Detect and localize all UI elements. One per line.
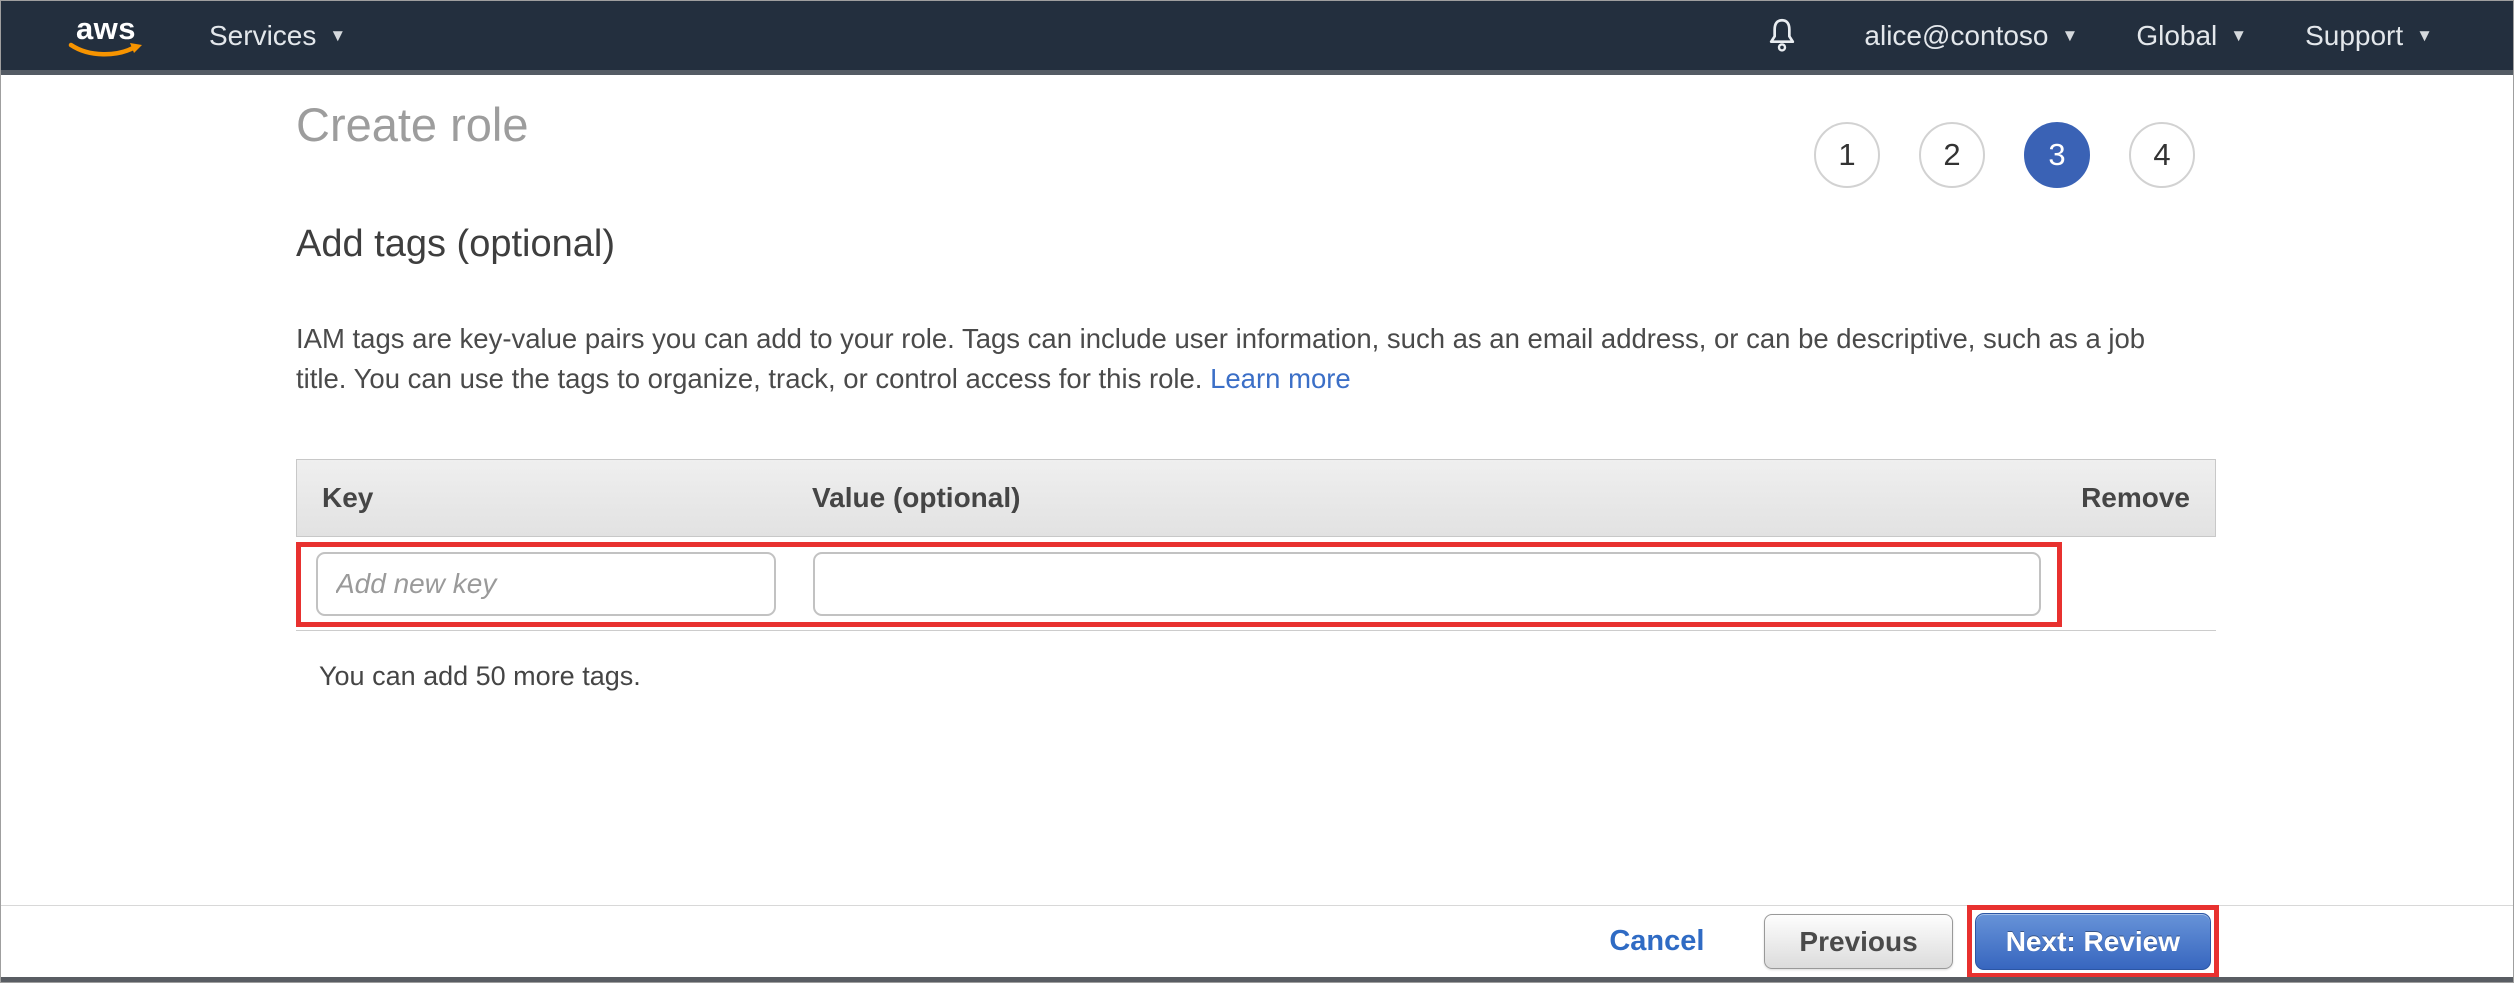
services-label: Services	[209, 20, 316, 52]
bell-icon	[1764, 15, 1800, 57]
column-header-key: Key	[322, 482, 812, 514]
tags-table: Key Value (optional) Remove	[296, 459, 2216, 631]
nav-support-menu[interactable]: Support ▼	[2305, 20, 2433, 52]
step-3-active: 3	[2024, 122, 2090, 188]
tags-remaining-text: You can add 50 more tags.	[296, 661, 2513, 692]
nav-region-menu[interactable]: Global ▼	[2136, 20, 2247, 52]
red-highlight-box-next: Next: Review	[1967, 905, 2219, 978]
cancel-link[interactable]: Cancel	[1609, 925, 1704, 958]
support-label: Support	[2305, 20, 2403, 52]
tag-key-input[interactable]	[316, 552, 776, 616]
chevron-down-icon: ▼	[2230, 26, 2247, 46]
chevron-down-icon: ▼	[2416, 26, 2433, 46]
nav-account-menu[interactable]: alice@contoso ▼	[1864, 20, 2078, 52]
learn-more-link[interactable]: Learn more	[1210, 363, 1351, 394]
description-text: IAM tags are key-value pairs you can add…	[296, 319, 2181, 399]
nav-services-menu[interactable]: Services ▼	[209, 20, 346, 52]
aws-smile-icon	[67, 42, 145, 59]
tag-row	[296, 537, 2216, 631]
region-label: Global	[2136, 20, 2217, 52]
tag-value-input[interactable]	[813, 552, 2041, 616]
column-header-remove: Remove	[2081, 482, 2190, 514]
navbar-right: alice@contoso ▼ Global ▼ Support ▼	[1764, 15, 2433, 57]
account-label: alice@contoso	[1864, 20, 2048, 52]
chevron-down-icon: ▼	[329, 26, 346, 46]
window-bottom-edge	[1, 977, 2513, 982]
chevron-down-icon: ▼	[2062, 26, 2079, 46]
section-heading: Add tags (optional)	[296, 223, 2513, 266]
footer-bar: Cancel Previous Next: Review	[1, 905, 2513, 977]
step-1: 1	[1814, 122, 1880, 188]
main-content: Create role 1 2 3 4 Add tags (optional) …	[1, 75, 2513, 902]
aws-logo[interactable]: aws	[67, 13, 145, 59]
step-4: 4	[2129, 122, 2195, 188]
top-navbar: aws Services ▼ alice@contoso ▼ Global ▼ …	[1, 1, 2513, 75]
step-indicator: 1 2 3 4	[1814, 122, 2195, 188]
notifications-button[interactable]	[1764, 15, 1800, 57]
tags-table-header: Key Value (optional) Remove	[296, 459, 2216, 537]
aws-logo-text: aws	[76, 13, 136, 44]
next-review-button[interactable]: Next: Review	[1975, 913, 2211, 970]
previous-button[interactable]: Previous	[1764, 914, 1952, 969]
column-header-value: Value (optional)	[812, 482, 2081, 514]
step-2: 2	[1919, 122, 1985, 188]
